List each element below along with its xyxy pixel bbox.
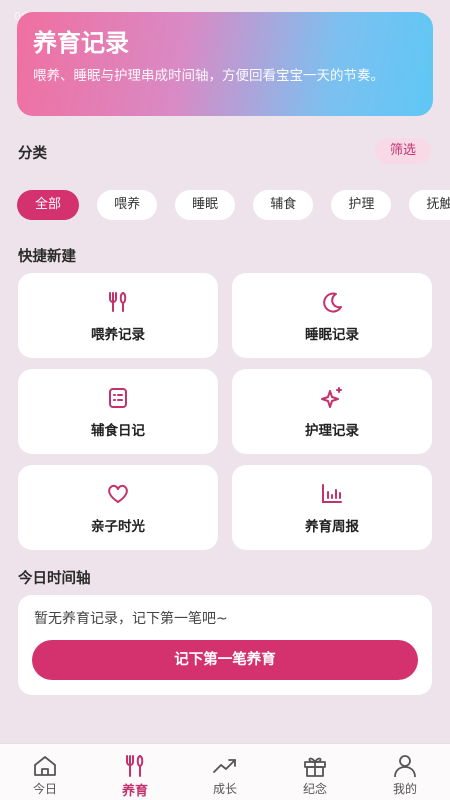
category-title: 分类 <box>18 146 47 162</box>
chip-all[interactable]: 全部 <box>17 190 79 220</box>
tab-me[interactable]: 我的 <box>360 744 450 800</box>
filter-button[interactable]: 筛选 <box>375 138 431 164</box>
hero-banner: 养育记录 喂养、睡眠与护理串成时间轴，方便回看宝宝一天的节奏。 <box>17 12 433 116</box>
quick-create-title: 快捷新建 <box>18 249 76 265</box>
utensils-icon <box>109 291 127 312</box>
page-title: 养育记录 <box>33 29 129 57</box>
trend-up-icon <box>213 759 236 773</box>
tab-growth[interactable]: 成长 <box>180 744 270 800</box>
tab-parenting[interactable]: 养育 <box>90 744 180 800</box>
card-label: 喂养记录 <box>91 326 145 343</box>
chip-feeding[interactable]: 喂养 <box>97 190 158 220</box>
chip-massage[interactable]: 抚触 <box>409 190 450 220</box>
bar-chart-icon <box>322 483 342 503</box>
family-time-card[interactable]: 亲子时光 <box>18 465 218 550</box>
card-label: 亲子时光 <box>91 518 145 535</box>
card-label: 养育周报 <box>305 518 359 535</box>
care-record-card[interactable]: 护理记录 <box>232 369 432 454</box>
tab-today[interactable]: 今日 <box>0 744 90 800</box>
tab-label: 我的 <box>392 782 417 796</box>
hero-subtitle: 喂养、睡眠与护理串成时间轴，方便回看宝宝一天的节奏。 <box>33 68 384 84</box>
bottom-tab-bar: 今日 养育 成长 纪念 我的 <box>0 743 450 800</box>
utensils-icon <box>126 755 144 777</box>
timeline-card: 暂无养育记录，记下第一笔吧~ 记下第一笔养育 <box>18 595 432 695</box>
tab-label: 养育 <box>121 784 148 799</box>
tab-label: 成长 <box>212 782 237 796</box>
chip-solid-food[interactable]: 辅食 <box>253 190 314 220</box>
feeding-record-card[interactable]: 喂养记录 <box>18 273 218 358</box>
tab-label: 纪念 <box>302 782 327 796</box>
card-label: 辅食日记 <box>91 422 145 439</box>
solid-food-diary-card[interactable]: 辅食日记 <box>18 369 218 454</box>
card-label: 护理记录 <box>305 422 359 439</box>
card-label: 睡眠记录 <box>305 326 359 343</box>
tab-memorial[interactable]: 纪念 <box>270 744 360 800</box>
timeline-title: 今日时间轴 <box>18 571 91 587</box>
chip-care[interactable]: 护理 <box>331 190 392 220</box>
add-first-record-button[interactable]: 记下第一笔养育 <box>32 640 418 680</box>
sparkle-icon <box>321 386 342 408</box>
empty-state-text: 暂无养育记录，记下第一笔吧~ <box>34 611 228 627</box>
weekly-report-card[interactable]: 养育周报 <box>232 465 432 550</box>
notebook-icon <box>109 387 127 408</box>
tab-label: 今日 <box>32 782 57 796</box>
moon-icon <box>323 292 342 313</box>
category-chips: 全部 喂养 睡眠 辅食 护理 抚触 <box>17 190 450 220</box>
gift-icon <box>304 757 326 777</box>
chip-sleep[interactable]: 睡眠 <box>175 190 236 220</box>
home-icon <box>34 756 56 776</box>
heart-icon <box>108 484 128 503</box>
sleep-record-card[interactable]: 睡眠记录 <box>232 273 432 358</box>
user-icon <box>394 755 416 778</box>
